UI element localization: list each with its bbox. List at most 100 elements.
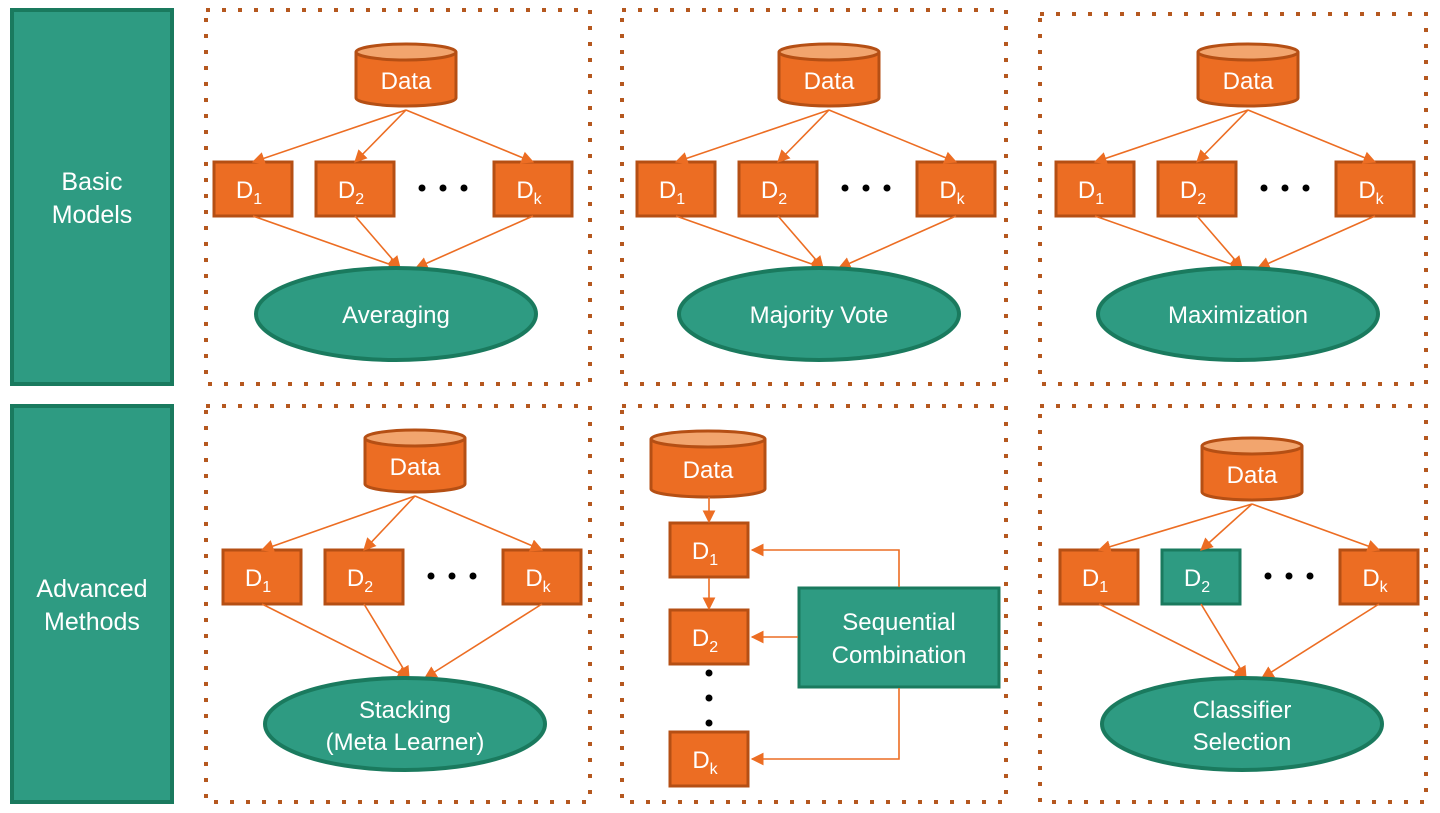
row-label-line2: Methods: [44, 608, 140, 636]
edge-arrow: [777, 109, 830, 163]
classifier-node-2: D2: [1156, 160, 1238, 218]
data-label: Data: [804, 68, 855, 95]
ellipsis-dots: [427, 572, 477, 580]
ellipsis-dots: [1260, 184, 1310, 192]
edge-arrow: [1247, 109, 1377, 164]
classifier-node-k: Dk: [1338, 548, 1420, 606]
classifier-node-k: Dk: [501, 548, 583, 606]
dot: [1281, 184, 1289, 192]
edge-arrow: [837, 215, 957, 270]
data-store-node: Data: [1196, 42, 1300, 108]
data-label: Data: [683, 457, 734, 484]
cylinder-top: [354, 42, 458, 62]
classifier-node-1: D1: [668, 521, 750, 579]
cylinder-top: [1200, 436, 1304, 456]
combiner-label-line2: (Meta Learner): [326, 729, 485, 756]
classifier-node-1: D1: [212, 160, 294, 218]
cylinder-top: [649, 429, 767, 449]
classifier-node-k: Dk: [915, 160, 997, 218]
sequential-combination-node: Sequential Combination: [797, 586, 1001, 689]
cylinder-top: [777, 42, 881, 62]
cylinder-top: [363, 428, 467, 448]
data-store-node: Data: [649, 429, 767, 499]
sequential-combination-box: [797, 586, 1001, 689]
classifier-node-1: D1: [221, 548, 303, 606]
classifier-node-k: Dk: [1334, 160, 1416, 218]
data-label: Data: [1227, 462, 1278, 489]
combiner-label-line1: Classifier: [1193, 697, 1292, 724]
edge-arrow: [1251, 503, 1381, 553]
edge-arrow: [1093, 109, 1249, 165]
vertical-ellipsis-dots: [705, 669, 713, 727]
edge-arrow: [414, 495, 544, 552]
dot: [448, 572, 456, 580]
data-label: Data: [381, 68, 432, 95]
row-label-line1: Advanced: [36, 575, 147, 603]
data-label: Data: [390, 454, 441, 481]
classifier-node-k: Dk: [492, 160, 574, 218]
classifier-node-k: Dk: [668, 730, 750, 788]
dot: [1285, 572, 1293, 580]
combiner-label: Maximization: [1168, 302, 1308, 329]
dot: [1302, 184, 1310, 192]
combiner-label-line2: Selection: [1193, 729, 1292, 756]
combiner-label: Majority Vote: [750, 302, 889, 329]
dot: [862, 184, 870, 192]
edge-arrow: [1196, 109, 1249, 163]
dot: [883, 184, 891, 192]
dot: [1260, 184, 1268, 192]
dot: [841, 184, 849, 192]
row-label-line2: Models: [52, 201, 133, 229]
classifier-node-2: D2: [668, 608, 750, 666]
feedback-arrow: [750, 543, 900, 587]
combiner-majority-vote: Majority Vote: [677, 266, 961, 362]
classifier-node-1: D1: [1054, 160, 1136, 218]
edge-arrow: [423, 603, 543, 679]
dot: [705, 694, 713, 702]
data-store-node: Data: [1200, 436, 1304, 502]
edge-arrow: [674, 109, 830, 165]
combiner-label: Averaging: [342, 302, 450, 329]
edge-arrow: [405, 109, 535, 164]
dot: [460, 184, 468, 192]
row-label-line1: Basic: [61, 168, 122, 196]
dot: [439, 184, 447, 192]
data-store-node: Data: [777, 42, 881, 108]
ensemble-methods-diagram: Basic Models Advanced Methods Data D1 D2 Dk…: [10, 8, 1428, 804]
edge-arrow: [260, 495, 416, 553]
dot: [469, 572, 477, 580]
sequential-label-line1: Sequential: [842, 609, 955, 636]
edge-arrow: [363, 495, 416, 551]
classifier-node-2: D2: [314, 160, 396, 218]
combiner-stacking: Stacking (Meta Learner): [263, 676, 547, 772]
edge-arrow: [251, 109, 407, 165]
combiner-averaging: Averaging: [254, 266, 538, 362]
combiner-label-line1: Stacking: [359, 697, 451, 724]
edge-arrow: [414, 215, 534, 270]
ellipsis-dots: [1264, 572, 1314, 580]
edge-arrow: [1097, 503, 1253, 553]
dot: [1306, 572, 1314, 580]
combiner-ellipse: [263, 676, 547, 772]
data-store-node: Data: [363, 428, 467, 494]
dot: [1264, 572, 1272, 580]
data-store-node: Data: [354, 42, 458, 108]
edge-arrow: [354, 109, 407, 163]
classifier-node-2: D2: [1160, 548, 1242, 606]
dot: [705, 719, 713, 727]
classifier-node-1: D1: [635, 160, 717, 218]
dot: [418, 184, 426, 192]
ellipsis-dots: [841, 184, 891, 192]
classifier-node-1: D1: [1058, 548, 1140, 606]
row-label-advanced-methods: Advanced Methods: [10, 404, 174, 804]
edge-arrow: [1256, 215, 1376, 270]
dot: [705, 669, 713, 677]
edge-arrow: [1260, 603, 1380, 679]
feedback-arrow: [750, 688, 900, 766]
combiner-maximization: Maximization: [1096, 266, 1380, 362]
row-label-basic-models: Basic Models: [10, 8, 174, 386]
edge-arrow: [828, 109, 958, 164]
combiner-ellipse: [1100, 676, 1384, 772]
dot: [427, 572, 435, 580]
classifier-node-2: D2: [323, 548, 405, 606]
